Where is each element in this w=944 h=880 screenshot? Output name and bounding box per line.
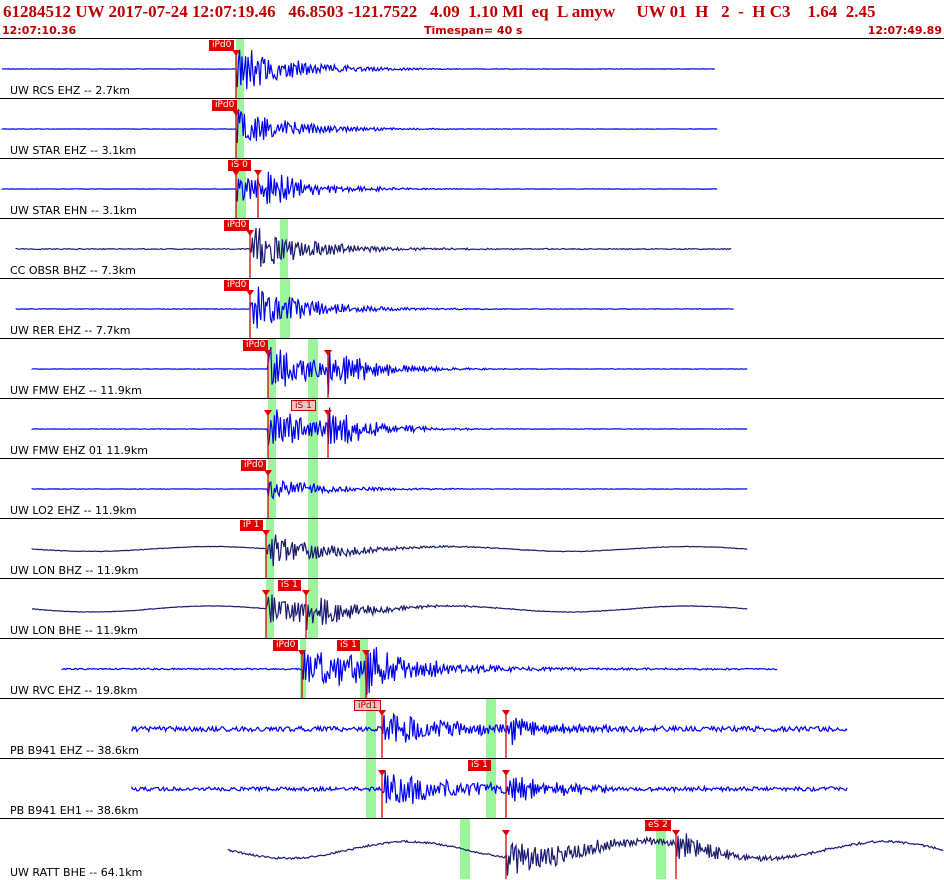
waveform-lon-bhe [31,579,748,638]
waveform-obsr-bhz [15,219,732,278]
trace-panel-star-ehz[interactable]: iPd0 UW STAR EHZ -- 3.1km [0,98,944,158]
waveform-rcs-ehz [2,39,715,98]
travel-time-window [308,519,318,578]
p-arrival-line-marker [502,830,510,836]
waveform-star-ehn [1,159,718,218]
waveform-line [1,109,718,143]
pick-flag[interactable]: iS 1 [291,400,316,411]
pick-flag[interactable]: iPd0 [241,460,267,471]
window-start-time: 12:07:10.36 [2,24,77,37]
s-arrival-line-marker [502,770,510,776]
trace-panel-obsr-bhz[interactable]: iPd0 CC OBSR BHZ -- 7.3km [0,218,944,278]
trace-panel-star-ehn[interactable]: iS 0 UW STAR EHN -- 3.1km [0,158,944,218]
pick-flag[interactable]: iPd0 [224,220,250,231]
s-arrival-line-marker [254,170,262,176]
trace-panel-rcs-ehz[interactable]: iPd0 UW RCS EHZ -- 2.7km [0,38,944,98]
pick-flag[interactable]: iPd0 [212,100,238,111]
trace-panel-fmw-ehz-01[interactable]: iS 1 UW FMW EHZ 01 11.9km [0,398,944,458]
waveform-line [31,479,748,500]
trace-panel-ratt-bhe[interactable]: eS 2 UW RATT BHE -- 64.1km [0,818,944,880]
waveform-line [61,647,778,695]
pick-flag[interactable]: iPd0 [224,280,250,291]
waveform-star-ehz [1,99,718,158]
waveform-line [31,534,748,567]
waveform-rvc-ehz [61,639,778,698]
waveform-line [15,286,734,329]
trace-panel-lon-bhe[interactable]: iS 1 UW LON BHE -- 11.9km [0,578,944,638]
waveform-line [31,594,748,631]
waveform-line [31,407,748,446]
waveform-ratt-bhe [227,819,944,879]
event-summary-line: 61284512 UW 2017-07-24 12:07:19.46 46.85… [3,2,876,21]
pick-flag[interactable]: iS 0 [228,160,251,171]
pick-flag[interactable]: iPd1 [354,700,382,711]
waveform-lo2-ehz [31,459,748,518]
pick-flag[interactable]: iS 1 [468,760,491,771]
pick-flag[interactable]: iP 1 [240,520,263,531]
waveform-lon-bhz [31,519,748,578]
waveform-b941-ehz [131,699,848,758]
waveform-line [227,833,944,876]
s-arrival-line-marker [502,710,510,716]
trace-panel-b941-ehz[interactable]: iPd1 PB B941 EHZ -- 38.6km [0,698,944,758]
pick-flag[interactable]: iPd0 [273,640,299,651]
pick-flag[interactable]: iS 1 [278,580,301,591]
trace-panel-b941-eh1[interactable]: iS 1 PB B941 EH1 -- 38.6km [0,758,944,818]
trace-panel-rvc-ehz[interactable]: iPd0 iS 1 UW RVC EHZ -- 19.8km [0,638,944,698]
pick-flag[interactable]: iPd0 [209,40,235,51]
waveform-line [1,171,718,205]
trace-panel-rer-ehz[interactable]: iPd0 UW RER EHZ -- 7.7km [0,278,944,338]
trace-panel-fmw-ehz[interactable]: iPd0 UW FMW EHZ -- 11.9km [0,338,944,398]
waveform-fmw-ehz [31,339,748,398]
pick-flag[interactable]: eS 2 [645,820,671,831]
trace-panel-lo2-ehz[interactable]: iPd0 UW LO2 EHZ -- 11.9km [0,458,944,518]
waveform-line [31,346,748,394]
waveform-fmw-ehz-01 [31,399,748,458]
waveform-line [2,49,715,90]
waveform-rer-ehz [15,279,734,338]
trace-panel-lon-bhz[interactable]: iP 1 UW LON BHZ -- 11.9km [0,518,944,578]
seismogram-panel-stack: iPd0 UW RCS EHZ -- 2.7km iPd0 UW STAR EH… [0,38,944,880]
timespan-label: Timespan= 40 s [424,24,523,37]
pick-flag[interactable]: iS 1 [337,640,360,651]
window-end-time: 12:07:49.89 [867,24,942,37]
s-arrival-line-marker [324,350,332,356]
s-arrival-line-marker [672,830,680,836]
s-arrival-line-marker [324,410,332,416]
pick-flag[interactable]: iPd0 [243,340,269,351]
event-header: 61284512 UW 2017-07-24 12:07:19.46 46.85… [0,0,944,38]
waveform-line [15,227,732,267]
